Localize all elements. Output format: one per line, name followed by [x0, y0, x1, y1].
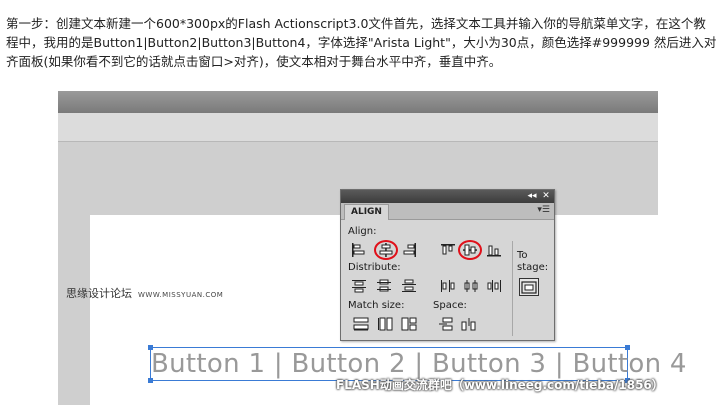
align-vertical-center-button[interactable] — [458, 240, 482, 260]
align-top-edge-button[interactable] — [439, 242, 457, 258]
match-width-icon — [353, 317, 369, 331]
distribute-label: Distribute: — [348, 262, 401, 273]
panel-tab-row: ALIGN ▾☰ — [341, 203, 554, 220]
distribute-horizontal-center-button[interactable] — [462, 278, 480, 294]
align-horizontal-center-button[interactable] — [374, 240, 398, 260]
close-panel-button[interactable]: ✕ — [541, 191, 551, 201]
align-top-icon — [441, 244, 455, 255]
align-bottom-edge-button[interactable] — [485, 242, 503, 258]
selection-handle-bl[interactable] — [148, 378, 153, 383]
workspace-toolbar — [58, 113, 658, 142]
align-panel: ◂◂ ✕ ALIGN ▾☰ Align: Distribute: Match s… — [340, 189, 555, 341]
distribute-top-icon — [352, 280, 366, 293]
distribute-right-icon — [487, 280, 501, 292]
workspace-title-bar — [58, 91, 658, 113]
distribute-left-button[interactable] — [439, 278, 457, 294]
watermark-left-url: WWW.MISSYUAN.COM — [138, 291, 224, 299]
align-bottom-icon — [487, 245, 501, 257]
match-size-label: Match size: — [348, 300, 405, 311]
tutorial-instructions: 第一步：创建文本新建一个600*300px的Flash Actionscript… — [6, 16, 717, 69]
align-right-edge-button[interactable] — [400, 242, 418, 258]
align-horizontal-center-icon — [379, 243, 393, 257]
to-stage-label-2: stage: — [517, 262, 549, 273]
match-width-button[interactable] — [352, 316, 370, 332]
watermark-right: FLASH动画交流群吧（www.lineeg.com/tieba/1856） — [336, 378, 664, 392]
watermark-left-cn: 思缘设计论坛 — [66, 287, 132, 300]
space-label: Space: — [433, 300, 467, 311]
collapse-panel-button[interactable]: ◂◂ — [527, 191, 537, 201]
distribute-vertical-center-icon — [377, 279, 391, 292]
distribute-right-button[interactable] — [485, 278, 503, 294]
space-evenly-vertically-button[interactable] — [437, 316, 455, 332]
distribute-bottom-icon — [402, 279, 416, 292]
align-left-edge-button[interactable] — [350, 242, 368, 258]
space-vertical-icon — [439, 317, 453, 331]
panel-title-bar[interactable]: ◂◂ ✕ — [341, 190, 554, 203]
distribute-bottom-button[interactable] — [400, 278, 418, 294]
space-horizontal-icon — [461, 318, 476, 331]
match-height-icon — [378, 317, 393, 331]
distribute-top-button[interactable] — [350, 278, 368, 294]
distribute-vertical-center-button[interactable] — [375, 278, 393, 294]
match-width-and-height-button[interactable] — [400, 316, 418, 332]
align-to-stage-toggle[interactable] — [519, 278, 539, 296]
space-evenly-horizontally-button[interactable] — [460, 316, 478, 332]
align-left-icon — [352, 243, 365, 257]
panel-menu-icon[interactable]: ▾☰ — [537, 205, 550, 215]
to-stage-icon — [521, 280, 537, 294]
selection-handle-tl[interactable] — [148, 345, 153, 350]
watermark-left: 思缘设计论坛 WWW.MISSYUAN.COM — [66, 285, 223, 301]
align-vertical-center-icon — [463, 244, 477, 256]
selection-handle-tr[interactable] — [625, 345, 630, 350]
tab-align[interactable]: ALIGN — [344, 204, 389, 220]
match-width-and-height-icon — [401, 317, 417, 331]
to-stage-label: To — [517, 250, 528, 261]
panel-divider — [512, 241, 513, 336]
distribute-left-icon — [441, 280, 455, 292]
match-height-button[interactable] — [376, 316, 394, 332]
align-label: Align: — [348, 226, 377, 237]
align-right-icon — [403, 243, 416, 257]
distribute-horizontal-center-icon — [464, 280, 478, 292]
